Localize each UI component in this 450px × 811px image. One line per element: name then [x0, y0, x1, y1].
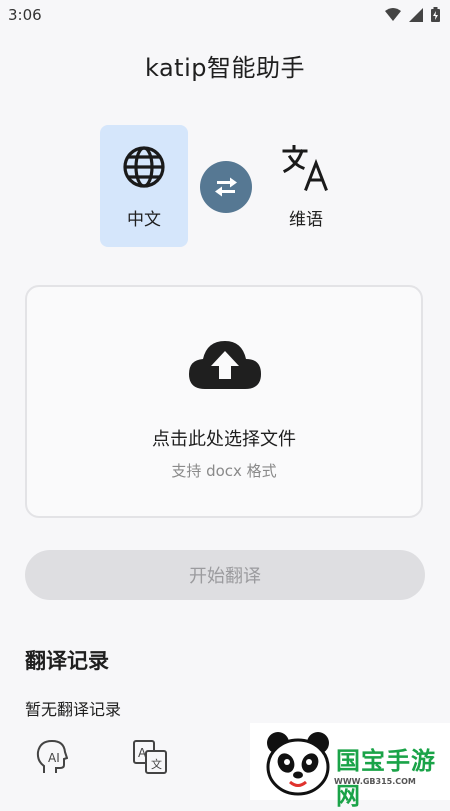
history-empty-message: 暂无翻译记录 — [25, 700, 122, 719]
start-translation-button[interactable]: 开始翻译 — [25, 550, 425, 600]
upload-format-hint: 支持 docx 格式 — [171, 462, 277, 480]
app-title: katip智能助手 — [145, 54, 305, 82]
wifi-icon — [385, 7, 401, 21]
status-time: 3:06 — [8, 6, 42, 24]
swap-arrows-icon — [215, 177, 237, 197]
swap-languages-button[interactable] — [200, 161, 252, 213]
file-upload-area[interactable]: 点击此处选择文件 支持 docx 格式 — [25, 285, 423, 518]
globe-icon — [123, 146, 165, 188]
source-language-card[interactable]: 中文 — [100, 125, 188, 247]
signal-icon — [409, 7, 423, 22]
system-icons — [385, 7, 440, 22]
cloud-upload-icon — [189, 341, 261, 389]
translate-icon — [282, 144, 328, 191]
svg-text:文: 文 — [151, 757, 162, 771]
ai-head-icon[interactable]: AI — [36, 739, 68, 775]
panda-logo-icon — [266, 732, 330, 796]
svg-text:AI: AI — [48, 751, 60, 765]
watermark-text: 国宝手游网 — [336, 746, 436, 810]
target-language-card[interactable]: 维语 — [262, 125, 350, 247]
target-language-label: 维语 — [289, 210, 323, 230]
svg-text:A: A — [138, 746, 147, 760]
watermark: 国宝手游网 WWW.GB315.COM — [250, 723, 450, 810]
status-bar: 3:06 — [0, 0, 450, 32]
history-heading: 翻译记录 — [25, 649, 109, 673]
source-language-label: 中文 — [127, 210, 161, 230]
translate-doc-icon[interactable]: A 文 — [132, 739, 168, 775]
battery-icon — [431, 7, 440, 22]
upload-title: 点击此处选择文件 — [152, 429, 296, 450]
watermark-url: WWW.GB315.COM — [334, 777, 416, 786]
